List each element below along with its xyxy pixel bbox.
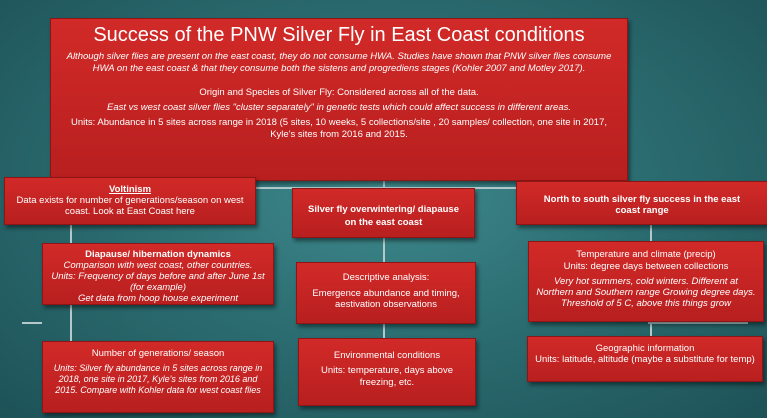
north-south-box: North to south silver fly success in the…	[516, 181, 767, 225]
north-south-text: North to south silver fly success in the…	[543, 194, 741, 216]
diapause-line2: Units: Frequency of days before and afte…	[51, 271, 265, 293]
generations-text: Units: Silver fly abundance in 5 sites a…	[53, 363, 263, 395]
main-cluster: East vs west coast silver flies "cluster…	[106, 102, 571, 113]
diapause-line1: Comparison with west coast, other countr…	[63, 260, 253, 271]
voltinism-title: Voltinism	[108, 184, 152, 195]
main-intro: Although silver flies are present on the…	[66, 51, 612, 74]
main-box: Success of the PNW Silver Fly in East Co…	[50, 18, 628, 181]
generations-box: Number of generations/ season Units: Sil…	[42, 341, 274, 413]
overwintering-box: Silver fly overwintering/ diapause on th…	[292, 188, 475, 238]
geographic-title: Geographic information	[595, 343, 695, 354]
voltinism-text: Data exists for number of generations/se…	[16, 195, 244, 217]
diapause-box: Diapause/ hibernation dynamics Compariso…	[42, 243, 274, 305]
overwintering-text: Silver fly overwintering/ diapause on th…	[308, 204, 459, 228]
temperature-title: Temperature and climate (precip)	[576, 249, 716, 260]
generations-title: Number of generations/ season	[91, 348, 225, 359]
temperature-units: Units: degree days between collections	[563, 261, 729, 272]
connector-left-horizontal	[22, 322, 42, 324]
connector-right-horizontal	[648, 322, 748, 324]
diapause-title: Diapause/ hibernation dynamics	[85, 249, 231, 260]
geographic-box: Geographic information Units: latitude, …	[527, 336, 763, 382]
main-units: Units: Abundance in 5 sites across range…	[71, 117, 607, 140]
diapause-line3: Get data from hoop house experiment	[77, 293, 238, 304]
descriptive-title: Descriptive analysis:	[342, 272, 430, 283]
temperature-text: Very hot summers, cold winters. Differen…	[536, 276, 756, 309]
geographic-text: Units: latitude, altitude (maybe a subst…	[535, 354, 755, 365]
environmental-title: Environmental conditions	[333, 350, 441, 361]
environmental-text: Units: temperature, days above freezing,…	[320, 365, 453, 388]
temperature-box: Temperature and climate (precip) Units: …	[528, 241, 764, 322]
main-title: Success of the PNW Silver Fly in East Co…	[93, 24, 585, 46]
voltinism-box: Voltinism Data exists for number of gene…	[4, 177, 256, 225]
main-origin: Origin and Species of Silver Fly: Consid…	[199, 87, 479, 98]
descriptive-text: Emergence abundance and timing, aestivat…	[312, 288, 460, 310]
descriptive-box: Descriptive analysis: Emergence abundanc…	[296, 262, 476, 324]
environmental-box: Environmental conditions Units: temperat…	[298, 338, 476, 406]
